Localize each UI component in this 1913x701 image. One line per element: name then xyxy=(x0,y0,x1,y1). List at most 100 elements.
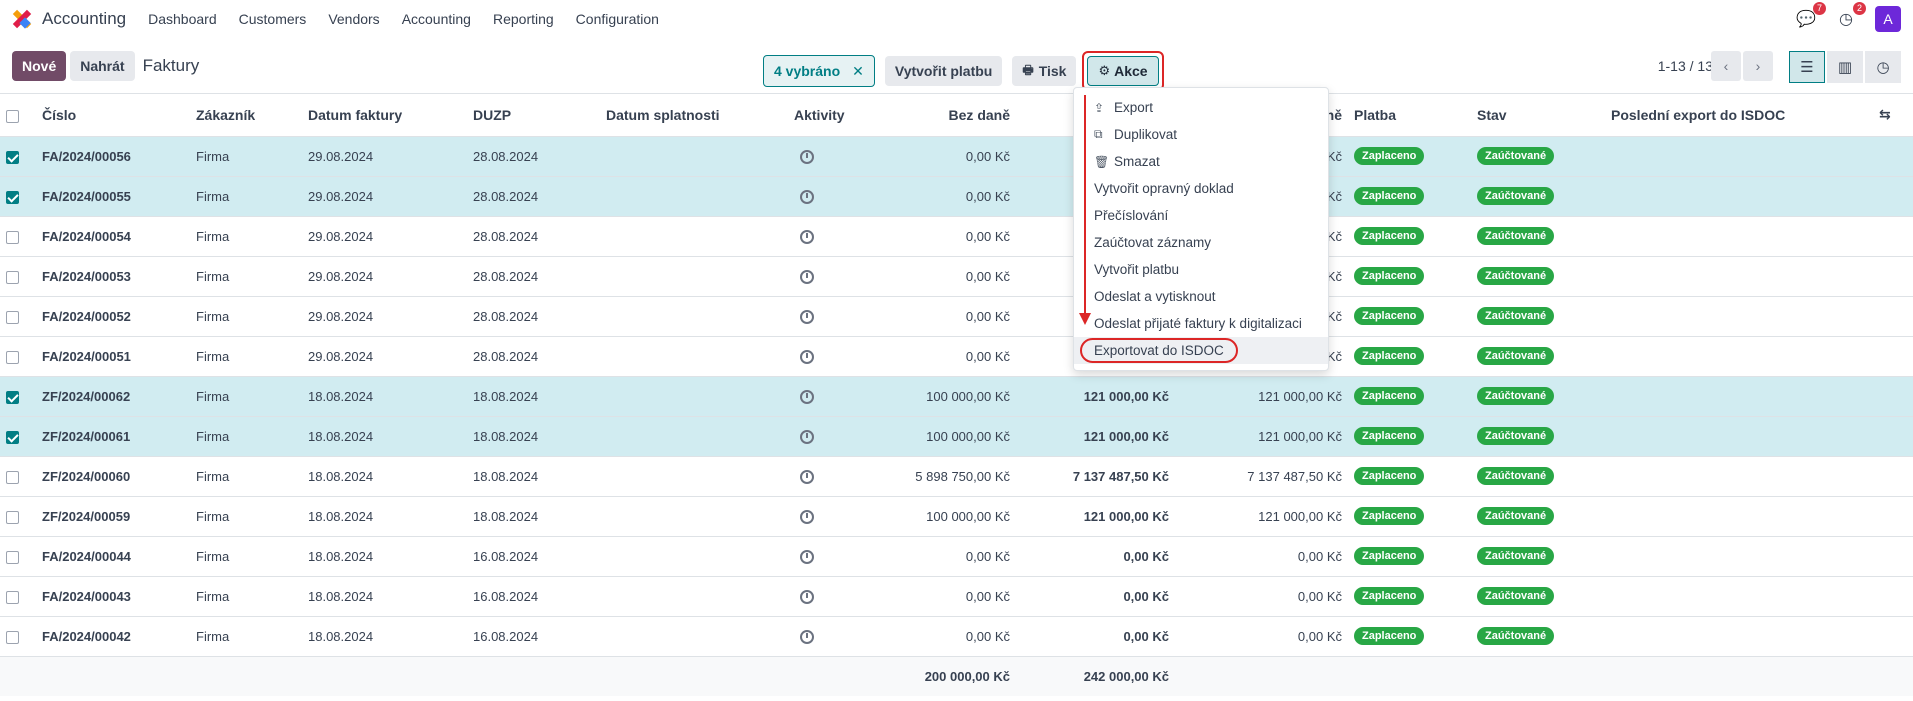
table-row[interactable]: FA/2024/00056 Firma 29.08.2024 28.08.2024 0,… xyxy=(0,136,1913,177)
table-row[interactable]: FA/2024/00044 Firma 18.08.2024 16.08.2024 0,… xyxy=(0,536,1913,577)
menu-accounting[interactable]: Accounting xyxy=(402,11,471,27)
menu-dashboard[interactable]: Dashboard xyxy=(148,11,217,27)
selected-count-badge[interactable]: 4 vybráno ✕ xyxy=(763,55,875,87)
row-checkbox[interactable] xyxy=(6,150,19,164)
kanban-view-button[interactable]: ▥ xyxy=(1827,51,1863,83)
user-avatar[interactable]: A xyxy=(1875,6,1901,32)
upload-button[interactable]: Nahrát xyxy=(70,50,135,81)
row-checkbox[interactable] xyxy=(6,590,19,604)
row-checkbox[interactable] xyxy=(6,510,19,524)
row-number: ZF/2024/00061 xyxy=(36,416,190,457)
row-checkbox[interactable] xyxy=(6,390,19,404)
activity-clock-icon[interactable] xyxy=(800,269,814,284)
action-menu-item[interactable]: Exportovat do ISDOC xyxy=(1074,337,1328,364)
activities-clock-icon[interactable]: ◷ 2 xyxy=(1835,2,1866,30)
table-row[interactable]: FA/2024/00052 Firma 29.08.2024 28.08.2024 0,… xyxy=(0,296,1913,337)
row-checkbox[interactable] xyxy=(6,270,19,284)
row-due-date xyxy=(600,616,788,657)
clear-selection-icon[interactable]: ✕ xyxy=(852,63,864,80)
activity-clock-icon[interactable] xyxy=(800,469,814,484)
action-button[interactable]: ⚙ Akce xyxy=(1087,56,1159,86)
messages-icon[interactable]: 💬 7 xyxy=(1795,2,1826,30)
table-row[interactable]: ZF/2024/00062 Firma 18.08.2024 18.08.2024 10… xyxy=(0,376,1913,417)
select-all-checkbox[interactable] xyxy=(6,109,19,123)
col-last-export[interactable]: Poslední export do ISDOC xyxy=(1605,94,1873,137)
col-duzp[interactable]: DUZP xyxy=(467,94,600,137)
row-number: ZF/2024/00059 xyxy=(36,496,190,537)
row-customer: Firma xyxy=(190,416,302,457)
table-row[interactable]: FA/2024/00054 Firma 29.08.2024 28.08.2024 0,… xyxy=(0,216,1913,257)
row-checkbox[interactable] xyxy=(6,470,19,484)
app-name[interactable]: Accounting xyxy=(42,9,126,29)
state-badge: Zaúčtované xyxy=(1477,547,1555,565)
menu-vendors[interactable]: Vendors xyxy=(328,11,379,27)
row-duzp: 18.08.2024 xyxy=(467,376,600,417)
col-state[interactable]: Stav xyxy=(1471,94,1605,137)
row-checkbox[interactable] xyxy=(6,190,19,204)
menu-customers[interactable]: Customers xyxy=(239,11,307,27)
app-logo-icon[interactable] xyxy=(12,9,32,29)
create-payment-button[interactable]: Vytvořit platbu xyxy=(884,56,1003,86)
state-badge: Zaúčtované xyxy=(1477,427,1555,445)
activity-view-button[interactable]: ◷ xyxy=(1865,51,1901,83)
table-row[interactable]: ZF/2024/00060 Firma 18.08.2024 18.08.2024 5 … xyxy=(0,456,1913,497)
activity-clock-icon[interactable] xyxy=(800,149,814,164)
pager-previous-button[interactable]: ‹ xyxy=(1711,51,1741,81)
action-menu-item[interactable]: ⧉ Duplikovat xyxy=(1074,121,1328,148)
col-invoice-date[interactable]: Datum faktury xyxy=(302,94,467,137)
pager-value[interactable]: 1-13 / 13 xyxy=(1658,58,1713,74)
row-total: 0,00 Kč xyxy=(1016,536,1175,577)
print-button[interactable]: 🖶 Tisk xyxy=(1012,56,1077,86)
table-row[interactable]: FA/2024/00051 Firma 29.08.2024 28.08.2024 0,… xyxy=(0,336,1913,377)
menu-reporting[interactable]: Reporting xyxy=(493,11,554,27)
action-menu-item[interactable]: Odeslat přijaté faktury k digitalizaci xyxy=(1074,310,1328,337)
activity-clock-icon[interactable] xyxy=(800,389,814,404)
table-row[interactable]: ZF/2024/00061 Firma 18.08.2024 18.08.2024 10… xyxy=(0,416,1913,457)
row-checkbox[interactable] xyxy=(6,550,19,564)
top-navbar: Accounting Dashboard Customers Vendors A… xyxy=(0,0,1913,38)
activity-clock-icon[interactable] xyxy=(800,549,814,564)
activity-clock-icon[interactable] xyxy=(800,349,814,364)
activity-clock-icon[interactable] xyxy=(800,429,814,444)
total-amount: 242 000,00 Kč xyxy=(1016,656,1175,696)
optional-columns-icon[interactable]: ⇆ xyxy=(1879,106,1891,122)
col-due-date[interactable]: Datum splatnosti xyxy=(600,94,788,137)
table-row[interactable]: FA/2024/00042 Firma 18.08.2024 16.08.2024 0,… xyxy=(0,616,1913,657)
action-menu-item[interactable]: Vytvořit platbu xyxy=(1074,256,1328,283)
col-customer[interactable]: Zákazník xyxy=(190,94,302,137)
table-row[interactable]: ZF/2024/00059 Firma 18.08.2024 18.08.2024 10… xyxy=(0,496,1913,537)
activity-clock-icon[interactable] xyxy=(800,509,814,524)
row-due-date xyxy=(600,336,788,377)
activity-clock-icon[interactable] xyxy=(800,229,814,244)
row-checkbox[interactable] xyxy=(6,310,19,324)
new-button[interactable]: Nové xyxy=(12,50,67,81)
row-checkbox[interactable] xyxy=(6,230,19,244)
action-menu-item[interactable]: Vytvořit opravný doklad xyxy=(1074,175,1328,202)
row-checkbox[interactable] xyxy=(6,630,19,644)
row-customer: Firma xyxy=(190,336,302,377)
pager-next-button[interactable]: › xyxy=(1743,51,1773,81)
activity-clock-icon[interactable] xyxy=(800,589,814,604)
action-menu-item[interactable]: Odeslat a vytisknout xyxy=(1074,283,1328,310)
action-menu-item[interactable]: Přečíslování xyxy=(1074,202,1328,229)
menu-configuration[interactable]: Configuration xyxy=(576,11,659,27)
action-menu-item[interactable]: 🗑 Smazat xyxy=(1074,148,1328,175)
table-row[interactable]: FA/2024/00043 Firma 18.08.2024 16.08.2024 0,… xyxy=(0,576,1913,617)
col-payment[interactable]: Platba xyxy=(1348,94,1471,137)
table-row[interactable]: FA/2024/00055 Firma 29.08.2024 28.08.2024 0,… xyxy=(0,176,1913,217)
row-checkbox[interactable] xyxy=(6,430,19,444)
table-row[interactable]: FA/2024/00053 Firma 29.08.2024 28.08.2024 0,… xyxy=(0,256,1913,297)
row-checkbox[interactable] xyxy=(6,350,19,364)
row-number: ZF/2024/00060 xyxy=(36,456,190,497)
action-menu-item[interactable]: ⇪ Export xyxy=(1074,94,1328,121)
col-activities[interactable]: Aktivity xyxy=(788,94,878,137)
list-view-button[interactable]: ☰ xyxy=(1789,51,1825,83)
activity-clock-icon[interactable] xyxy=(800,629,814,644)
action-menu-item[interactable]: Zaúčtovat záznamy xyxy=(1074,229,1328,256)
col-untaxed[interactable]: Bez daně xyxy=(878,94,1016,137)
action-label: Akce xyxy=(1114,63,1148,79)
activity-clock-icon[interactable] xyxy=(800,189,814,204)
col-number[interactable]: Číslo xyxy=(36,94,190,137)
row-duzp: 16.08.2024 xyxy=(467,576,600,617)
activity-clock-icon[interactable] xyxy=(800,309,814,324)
